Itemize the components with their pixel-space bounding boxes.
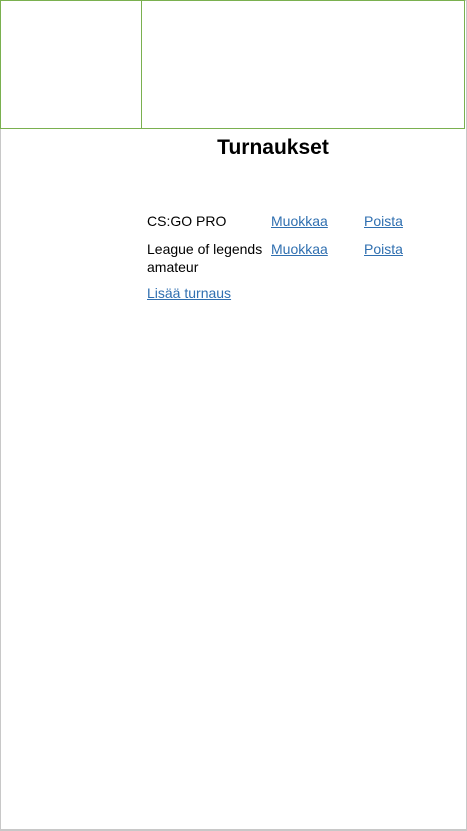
add-tournament-link[interactable]: Lisää turnaus	[147, 284, 231, 302]
tournament-name: CS:GO PRO	[147, 213, 227, 229]
page-title: Turnaukset	[217, 136, 329, 159]
delete-tournament-link[interactable]: Poista	[364, 240, 403, 258]
edit-tournament-link[interactable]: Muokkaa	[271, 212, 328, 230]
edit-tournament-link[interactable]: Muokkaa	[271, 240, 328, 258]
delete-tournament-link[interactable]: Poista	[364, 212, 403, 230]
header-divider	[141, 1, 142, 128]
tournament-name: League of legends amateur	[147, 241, 263, 275]
header-banner	[0, 0, 465, 129]
